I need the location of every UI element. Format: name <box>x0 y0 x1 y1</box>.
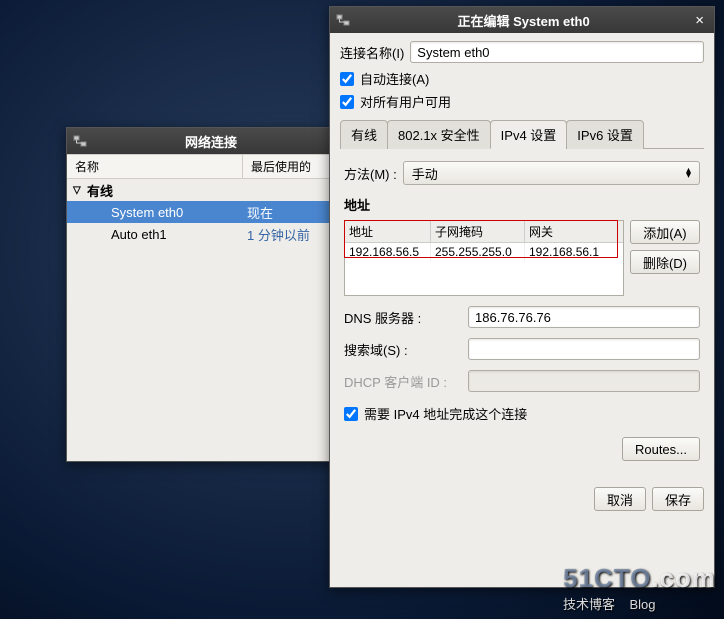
nc-body: 名称 最后使用的 ▽ 有线 System eth0 现在 Auto eth1 1… <box>67 154 335 245</box>
tab-security[interactable]: 802.1x 安全性 <box>387 120 491 149</box>
nc-titlebar[interactable]: 网络连接 <box>67 128 335 154</box>
search-row: 搜索域(S) : <box>344 338 700 360</box>
require-ipv4-checkbox[interactable]: 需要 IPv4 地址完成这个连接 <box>344 404 700 423</box>
avail-all-checkbox[interactable]: 对所有用户可用 <box>340 92 704 111</box>
network-connections-window: 网络连接 名称 最后使用的 ▽ 有线 System eth0 现在 Auto e… <box>66 127 336 462</box>
connection-item-eth1[interactable]: Auto eth1 1 分钟以前 <box>67 223 335 245</box>
chevron-updown-icon: ▴▾ <box>686 168 691 178</box>
routes-button[interactable]: Routes... <box>622 437 700 461</box>
connection-item-eth0[interactable]: System eth0 现在 <box>67 201 335 223</box>
cancel-button[interactable]: 取消 <box>594 487 646 511</box>
save-button[interactable]: 保存 <box>652 487 704 511</box>
tab-ipv4[interactable]: IPv4 设置 <box>490 120 568 149</box>
tab-ipv6[interactable]: IPv6 设置 <box>566 120 644 149</box>
method-combobox[interactable]: 手动 ▴▾ <box>403 161 700 185</box>
address-table[interactable]: 地址 子网掩码 网关 192.168.56.5 255.255.255.0 19… <box>344 220 624 296</box>
require-ipv4-input[interactable] <box>344 407 358 421</box>
address-side-buttons: 添加(A) 删除(D) <box>630 220 700 296</box>
dhcp-row: DHCP 客户端 ID : <box>344 370 700 392</box>
bottom-buttons: 取消 保存 <box>340 487 704 511</box>
delete-button[interactable]: 删除(D) <box>630 250 700 274</box>
auto-connect-input[interactable] <box>340 72 354 86</box>
address-area: 地址 子网掩码 网关 192.168.56.5 255.255.255.0 19… <box>344 220 700 296</box>
avail-all-input[interactable] <box>340 95 354 109</box>
connection-tree: ▽ 有线 System eth0 现在 Auto eth1 1 分钟以前 <box>67 179 335 245</box>
expand-icon[interactable]: ▽ <box>73 185 87 196</box>
method-row: 方法(M) : 手动 ▴▾ <box>344 161 700 185</box>
search-input[interactable] <box>468 338 700 360</box>
address-table-header: 地址 子网掩码 网关 <box>345 221 623 243</box>
col-name[interactable]: 名称 <box>67 155 243 178</box>
address-section-label: 地址 <box>344 195 700 214</box>
auto-connect-checkbox[interactable]: 自动连接(A) <box>340 69 704 88</box>
network-icon <box>336 13 350 27</box>
watermark-sub: 技术博客 Blog <box>563 594 716 613</box>
edit-titlebar[interactable]: 正在编辑 System eth0 × <box>330 7 714 33</box>
edit-body: 连接名称(I) 自动连接(A) 对所有用户可用 有线 802.1x 安全性 IP… <box>330 33 714 519</box>
add-button[interactable]: 添加(A) <box>630 220 700 244</box>
nc-title: 网络连接 <box>93 132 329 151</box>
tabs: 有线 802.1x 安全性 IPv4 设置 IPv6 设置 <box>340 119 704 149</box>
ipv4-panel: 方法(M) : 手动 ▴▾ 地址 地址 子网掩码 网关 192.168.56.5 <box>340 149 704 473</box>
routes-row: Routes... <box>344 437 700 461</box>
edit-connection-window: 正在编辑 System eth0 × 连接名称(I) 自动连接(A) 对所有用户… <box>329 6 715 588</box>
close-icon[interactable]: × <box>691 12 708 29</box>
dhcp-input <box>468 370 700 392</box>
dns-row: DNS 服务器 : <box>344 306 700 328</box>
conn-name-input[interactable] <box>410 41 704 63</box>
conn-name-label: 连接名称(I) <box>340 43 404 62</box>
edit-title: 正在编辑 System eth0 <box>356 11 691 30</box>
tab-wired[interactable]: 有线 <box>340 120 388 149</box>
address-row[interactable]: 192.168.56.5 255.255.255.0 192.168.56.1 <box>345 243 623 261</box>
col-last-used[interactable]: 最后使用的 <box>243 155 335 178</box>
network-icon <box>73 134 87 148</box>
conn-name-row: 连接名称(I) <box>340 41 704 63</box>
category-wired[interactable]: ▽ 有线 <box>67 179 335 201</box>
column-headers: 名称 最后使用的 <box>67 154 335 179</box>
dns-input[interactable] <box>468 306 700 328</box>
